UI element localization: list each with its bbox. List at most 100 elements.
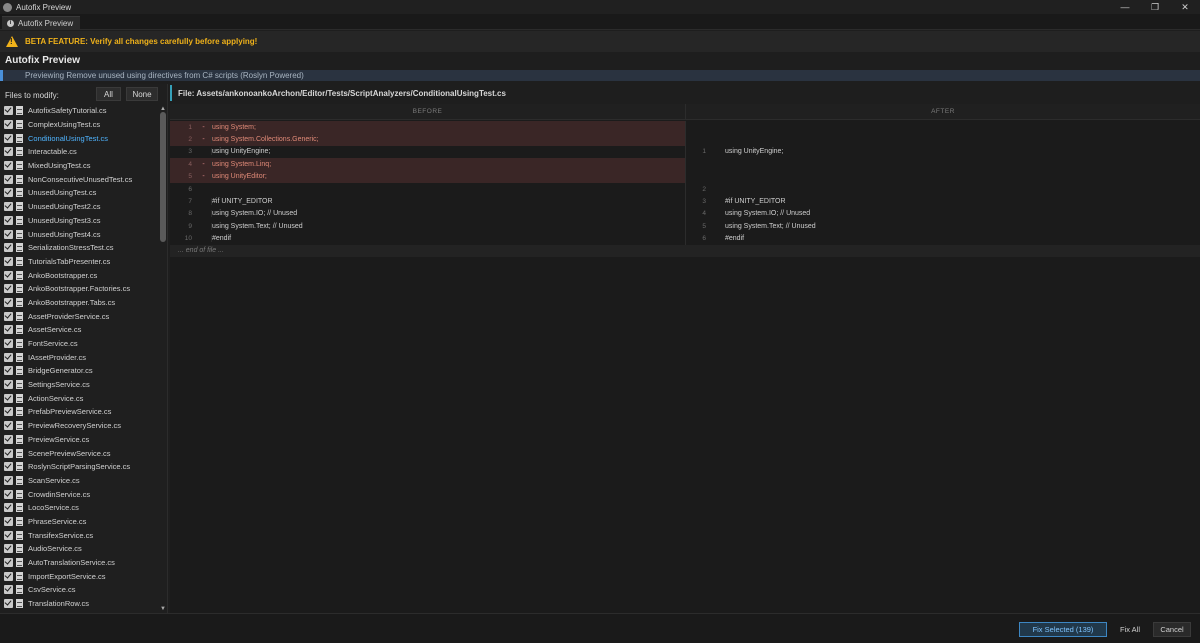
checkbox[interactable] — [4, 256, 13, 266]
checkbox[interactable] — [4, 229, 13, 239]
script-file-icon — [16, 311, 23, 321]
file-list-item[interactable]: MixedUsingTest.cs — [4, 159, 158, 173]
checkbox[interactable] — [4, 147, 13, 157]
checkbox[interactable] — [4, 297, 13, 307]
checkbox[interactable] — [4, 503, 13, 513]
tab-autofix-preview[interactable]: i Autofix Preview — [2, 16, 80, 30]
file-list-item[interactable]: AnkoBootstrapper.Tabs.cs — [4, 296, 158, 310]
file-list-item[interactable]: AudioService.cs — [4, 542, 158, 556]
file-list-item[interactable]: CsvService.cs — [4, 583, 158, 597]
file-list-item[interactable]: IAssetProvider.cs — [4, 350, 158, 364]
cancel-button[interactable]: Cancel — [1153, 622, 1191, 637]
checkbox[interactable] — [4, 174, 13, 184]
checkbox[interactable] — [4, 585, 13, 595]
scroll-thumb[interactable] — [160, 112, 166, 242]
file-list-item[interactable]: AutoTranslationService.cs — [4, 556, 158, 570]
minimize-icon[interactable]: — — [1110, 0, 1140, 14]
file-list-item[interactable]: CrowdinService.cs — [4, 487, 158, 501]
file-list-item[interactable]: LocoService.cs — [4, 501, 158, 515]
checkbox[interactable] — [4, 421, 13, 431]
file-list-item[interactable]: AutofixSafetyTutorial.cs — [4, 104, 158, 118]
checkbox[interactable] — [4, 516, 13, 526]
file-list-item[interactable]: UnusedUsingTest.cs — [4, 186, 158, 200]
file-list-item[interactable]: PhraseService.cs — [4, 515, 158, 529]
checkbox[interactable] — [4, 530, 13, 540]
line-number: 5 — [702, 222, 706, 230]
file-list-item[interactable]: SettingsService.cs — [4, 378, 158, 392]
file-list-item[interactable]: AssetProviderService.cs — [4, 309, 158, 323]
file-list-item[interactable]: UnusedUsingTest3.cs — [4, 214, 158, 228]
fix-all-button[interactable]: Fix All — [1112, 622, 1148, 637]
checkbox[interactable] — [4, 475, 13, 485]
script-file-icon — [16, 339, 23, 349]
checkbox[interactable] — [4, 161, 13, 171]
checkbox[interactable] — [4, 393, 13, 403]
checkbox[interactable] — [4, 311, 13, 321]
file-list-item[interactable]: ImportExportService.cs — [4, 569, 158, 583]
script-file-icon — [16, 407, 23, 417]
file-list-item[interactable]: SerializationStressTest.cs — [4, 241, 158, 255]
file-list-item[interactable]: TutorialsTabPresenter.cs — [4, 255, 158, 269]
checkbox[interactable] — [4, 352, 13, 362]
file-list-item[interactable]: ActionService.cs — [4, 391, 158, 405]
code-text: using UnityEngine; — [725, 148, 784, 156]
file-list-item[interactable]: PreviewService.cs — [4, 433, 158, 447]
page-title: Autofix Preview — [5, 55, 81, 66]
code-text: using UnityEditor; — [211, 173, 267, 181]
checkbox[interactable] — [4, 448, 13, 458]
file-list-item[interactable]: FontService.cs — [4, 337, 158, 351]
file-list-item[interactable]: ComplexUsingTest.cs — [4, 118, 158, 132]
file-list-item[interactable]: RoslynScriptParsingService.cs — [4, 460, 158, 474]
file-list-item[interactable]: UnusedUsingTest2.cs — [4, 200, 158, 214]
file-list-item[interactable]: ScenePreviewService.cs — [4, 446, 158, 460]
diff-line: 3 #if UNITY_EDITOR — [686, 195, 1200, 207]
info-icon: i — [7, 20, 14, 27]
file-list-item[interactable]: ConditionalUsingTest.cs — [4, 131, 158, 145]
select-all-button[interactable]: All — [96, 87, 121, 101]
line-number: 3 — [702, 198, 706, 206]
checkbox[interactable] — [4, 366, 13, 376]
file-list-item[interactable]: ScanService.cs — [4, 474, 158, 488]
file-list-item[interactable]: Interactable.cs — [4, 145, 158, 159]
checkbox[interactable] — [4, 462, 13, 472]
checkbox[interactable] — [4, 571, 13, 581]
checkbox[interactable] — [4, 407, 13, 417]
checkbox[interactable] — [4, 270, 13, 280]
checkbox[interactable] — [4, 325, 13, 335]
file-list-item[interactable]: AnkoBootstrapper.Factories.cs — [4, 282, 158, 296]
file-list-item[interactable]: PrefabPreviewService.cs — [4, 405, 158, 419]
checkbox[interactable] — [4, 202, 13, 212]
checkbox[interactable] — [4, 133, 13, 143]
file-list-item[interactable]: AssetService.cs — [4, 323, 158, 337]
checkbox[interactable] — [4, 339, 13, 349]
checkbox[interactable] — [4, 284, 13, 294]
diff-line: 7 #if UNITY_EDITOR — [170, 195, 685, 207]
checkbox[interactable] — [4, 380, 13, 390]
checkbox[interactable] — [4, 434, 13, 444]
file-list-item[interactable]: TranslationRow.cs — [4, 597, 158, 609]
file-list-item[interactable]: NonConsecutiveUnusedTest.cs — [4, 172, 158, 186]
checkbox[interactable] — [4, 544, 13, 554]
file-list-scrollbar[interactable]: ▲ ▼ — [160, 106, 166, 612]
file-list-item[interactable]: AnkoBootstrapper.cs — [4, 268, 158, 282]
checkbox[interactable] — [4, 599, 13, 609]
file-list-item[interactable]: UnusedUsingTest4.cs — [4, 227, 158, 241]
checkbox[interactable] — [4, 106, 13, 116]
select-none-button[interactable]: None — [126, 87, 158, 101]
checkbox[interactable] — [4, 489, 13, 499]
scroll-down-icon[interactable]: ▼ — [160, 606, 166, 612]
restore-icon[interactable]: ❐ — [1140, 0, 1170, 14]
fix-selected-button[interactable]: Fix Selected (139) — [1019, 622, 1107, 637]
code-text: using System.IO; // Unused — [725, 210, 811, 218]
file-name: BridgeGenerator.cs — [28, 366, 93, 376]
checkbox[interactable] — [4, 243, 13, 253]
window-title: Autofix Preview — [16, 2, 72, 12]
file-list-item[interactable]: TransifexService.cs — [4, 528, 158, 542]
file-list-item[interactable]: BridgeGenerator.cs — [4, 364, 158, 378]
checkbox[interactable] — [4, 120, 13, 130]
close-icon[interactable]: ✕ — [1170, 0, 1200, 14]
checkbox[interactable] — [4, 215, 13, 225]
checkbox[interactable] — [4, 188, 13, 198]
checkbox[interactable] — [4, 558, 13, 568]
file-list-item[interactable]: PreviewRecoveryService.cs — [4, 419, 158, 433]
